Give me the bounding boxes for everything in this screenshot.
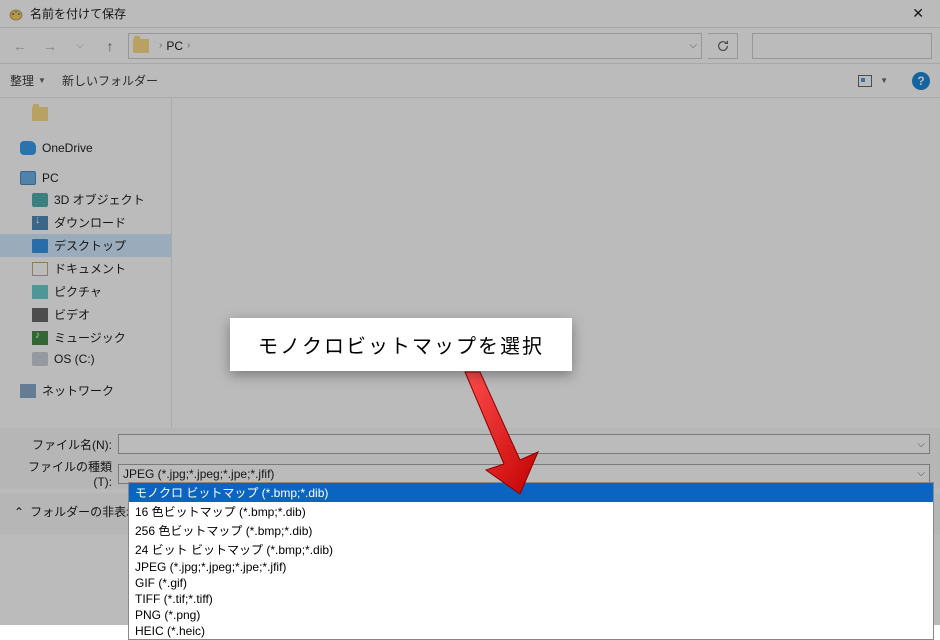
sidebar-label: ドキュメント	[54, 260, 126, 277]
sidebar-label: デスクトップ	[54, 237, 126, 254]
sidebar-item-documents[interactable]: ドキュメント	[0, 257, 171, 280]
chevron-down-icon: ▼	[880, 76, 888, 85]
new-folder-label: 新しいフォルダー	[62, 72, 158, 89]
filetype-option[interactable]: TIFF (*.tif;*.tiff)	[129, 591, 933, 607]
filetype-option[interactable]: GIF (*.gif)	[129, 575, 933, 591]
filetype-value: JPEG (*.jpg;*.jpeg;*.jpe;*.jfif)	[123, 467, 274, 481]
refresh-button[interactable]	[708, 33, 738, 59]
hide-folders-button[interactable]: ⌃ フォルダーの非表示	[14, 503, 138, 520]
filetype-option[interactable]: 256 色ビットマップ (*.bmp;*.dib)	[129, 521, 933, 540]
sidebar-item-pc[interactable]: PC	[0, 168, 171, 188]
close-button[interactable]: ✕	[904, 1, 932, 26]
sidebar-item-onedrive[interactable]: OneDrive	[0, 138, 171, 158]
callout-text: モノクロビットマップを選択	[258, 336, 544, 358]
filetype-dropdown[interactable]: モノクロ ビットマップ (*.bmp;*.dib)16 色ビットマップ (*.b…	[128, 482, 934, 640]
toolbar: 整理 ▼ 新しいフォルダー ▼ ?	[0, 64, 940, 98]
sidebar-label: ネットワーク	[42, 382, 114, 399]
filetype-option[interactable]: HEIC (*.heic)	[129, 623, 933, 639]
titlebar: 名前を付けて保存 ✕	[0, 0, 940, 28]
up-button[interactable]: ↑	[98, 34, 122, 58]
sidebar-label: ミュージック	[54, 329, 126, 346]
address-dropdown-icon[interactable]: ⌵	[689, 40, 697, 51]
sidebar-item-desktop[interactable]: デスクトップ	[0, 234, 171, 257]
recent-dropdown[interactable]: ⌵	[68, 34, 92, 58]
filetype-option[interactable]: 24 ビット ビットマップ (*.bmp;*.dib)	[129, 540, 933, 559]
pc-icon	[20, 171, 36, 185]
sidebar-item-disk-c[interactable]: OS (C:)	[0, 349, 171, 369]
sidebar-item-music[interactable]: ミュージック	[0, 326, 171, 349]
window-title: 名前を付けて保存	[30, 5, 904, 22]
address-bar: ← → ⌵ ↑ › PC › ⌵	[0, 28, 940, 64]
filename-label: ファイル名(N):	[10, 436, 118, 453]
red-arrow-icon	[410, 368, 560, 498]
filetype-option[interactable]: JPEG (*.jpg;*.jpeg;*.jpe;*.jfif)	[129, 559, 933, 575]
sidebar: OneDrive PC 3D オブジェクト ダウンロード デスクトップ ドキュメ…	[0, 98, 172, 428]
chevron-down-icon[interactable]: ⌵	[917, 439, 925, 450]
pictures-icon	[32, 285, 48, 299]
sidebar-label: ダウンロード	[54, 214, 126, 231]
help-button[interactable]: ?	[912, 72, 930, 90]
chevron-down-icon: ▼	[38, 76, 46, 85]
sidebar-item-3d-objects[interactable]: 3D オブジェクト	[0, 188, 171, 211]
sidebar-item-network[interactable]: ネットワーク	[0, 379, 171, 402]
address-segment[interactable]: PC	[166, 39, 183, 53]
organize-label: 整理	[10, 72, 34, 89]
filetype-label: ファイルの種類(T):	[10, 458, 118, 489]
forward-button[interactable]: →	[38, 34, 62, 58]
chevron-up-icon: ⌃	[14, 505, 24, 519]
sidebar-blank	[0, 104, 171, 124]
sidebar-label: OneDrive	[42, 141, 93, 155]
address-box[interactable]: › PC › ⌵	[128, 33, 702, 59]
network-icon	[20, 384, 36, 398]
folder-icon	[133, 39, 149, 53]
new-folder-button[interactable]: 新しいフォルダー	[62, 72, 158, 89]
music-icon	[32, 331, 48, 345]
search-input[interactable]	[752, 33, 932, 59]
instruction-callout: モノクロビットマップを選択	[230, 318, 572, 371]
back-button[interactable]: ←	[8, 34, 32, 58]
organize-menu[interactable]: 整理 ▼	[10, 72, 46, 89]
sidebar-item-downloads[interactable]: ダウンロード	[0, 211, 171, 234]
objects3d-icon	[32, 193, 48, 207]
disk-icon	[32, 352, 48, 366]
onedrive-icon	[20, 141, 36, 155]
download-icon	[32, 216, 48, 230]
view-menu[interactable]: ▼	[858, 75, 888, 87]
chevron-right-icon: ›	[187, 40, 190, 51]
sidebar-item-videos[interactable]: ビデオ	[0, 303, 171, 326]
sidebar-item-pictures[interactable]: ピクチャ	[0, 280, 171, 303]
filetype-option[interactable]: 16 色ビットマップ (*.bmp;*.dib)	[129, 502, 933, 521]
sidebar-label: PC	[42, 171, 59, 185]
sidebar-label: OS (C:)	[54, 352, 95, 366]
chevron-down-icon[interactable]: ⌵	[917, 468, 925, 479]
hide-folders-label: フォルダーの非表示	[30, 503, 138, 520]
desktop-icon	[32, 239, 48, 253]
view-thumbnail-icon	[858, 75, 872, 87]
filetype-option[interactable]: PNG (*.png)	[129, 607, 933, 623]
paint-app-icon	[8, 6, 24, 22]
video-icon	[32, 308, 48, 322]
sidebar-label: 3D オブジェクト	[54, 191, 145, 208]
folder-icon	[32, 107, 48, 121]
chevron-right-icon: ›	[159, 40, 162, 51]
sidebar-label: ビデオ	[54, 306, 90, 323]
document-icon	[32, 262, 48, 276]
sidebar-label: ピクチャ	[54, 283, 102, 300]
